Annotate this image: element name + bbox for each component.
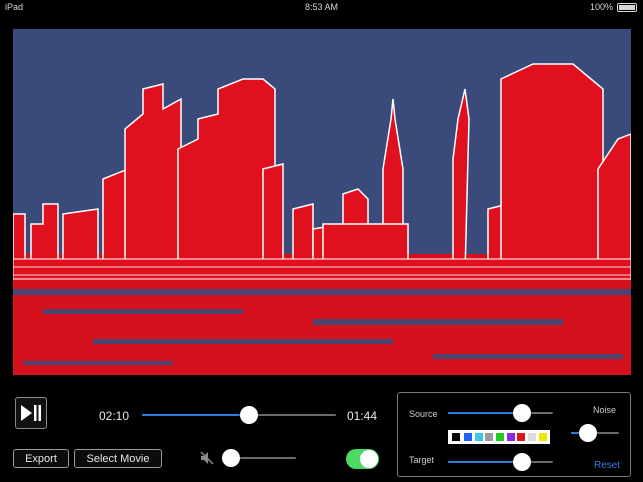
color-swatch[interactable] bbox=[495, 433, 504, 441]
toggle-knob bbox=[360, 450, 378, 468]
video-preview[interactable] bbox=[13, 19, 631, 385]
battery-icon bbox=[617, 2, 637, 12]
color-swatch[interactable] bbox=[538, 433, 547, 441]
color-panel: Source Noise Target Reset bbox=[397, 392, 631, 477]
position-thumb[interactable] bbox=[239, 406, 258, 424]
play-pause-icon bbox=[21, 405, 41, 421]
volume-thumb[interactable] bbox=[221, 449, 240, 467]
source-label: Source bbox=[409, 409, 438, 419]
status-right: 100% bbox=[590, 2, 637, 12]
noise-slider[interactable] bbox=[571, 423, 619, 443]
color-swatches[interactable] bbox=[448, 430, 550, 444]
remaining-time: 01:44 bbox=[347, 409, 378, 423]
target-slider[interactable] bbox=[448, 452, 553, 472]
target-fill bbox=[448, 461, 522, 463]
target-thumb[interactable] bbox=[512, 453, 531, 471]
source-thumb[interactable] bbox=[512, 404, 531, 422]
color-swatch[interactable] bbox=[474, 433, 483, 441]
export-button[interactable]: Export bbox=[13, 449, 69, 468]
volume-slider[interactable] bbox=[221, 448, 296, 468]
video-frame bbox=[13, 19, 631, 385]
color-swatch[interactable] bbox=[506, 433, 515, 441]
target-label: Target bbox=[409, 455, 435, 465]
play-pause-button[interactable] bbox=[15, 397, 47, 429]
color-swatch[interactable] bbox=[517, 433, 526, 441]
color-swatch[interactable] bbox=[527, 433, 536, 441]
noise-thumb[interactable] bbox=[578, 424, 597, 442]
source-fill bbox=[448, 412, 522, 414]
status-time: 8:53 AM bbox=[304, 2, 339, 12]
current-time: 02:10 bbox=[99, 409, 130, 423]
battery-percent: 100% bbox=[589, 2, 613, 12]
source-slider[interactable] bbox=[448, 403, 553, 423]
reset-button[interactable]: Reset bbox=[594, 460, 620, 471]
position-slider[interactable] bbox=[142, 405, 336, 425]
select-movie-button[interactable]: Select Movie bbox=[74, 449, 162, 468]
effect-toggle[interactable] bbox=[346, 449, 379, 469]
noise-label: Noise bbox=[593, 405, 617, 415]
status-bar: iPad 8:53 AM 100% bbox=[0, 0, 643, 14]
position-fill bbox=[142, 414, 249, 416]
color-swatch[interactable] bbox=[485, 433, 494, 441]
color-swatch[interactable] bbox=[463, 433, 472, 441]
mute-icon[interactable] bbox=[199, 450, 215, 466]
color-swatch[interactable] bbox=[451, 432, 462, 442]
